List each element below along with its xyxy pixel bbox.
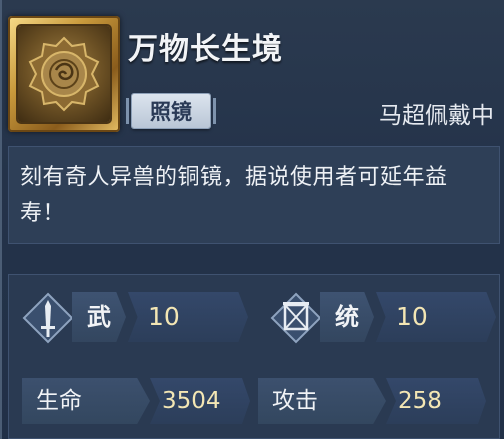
stat-value: 3504 bbox=[162, 388, 221, 414]
item-description: 刻有奇人异兽的铜镜，据说使用者可延年益寿！ bbox=[8, 146, 500, 244]
item-name: 万物长生境 bbox=[128, 32, 283, 67]
stat-value: 10 bbox=[148, 302, 180, 331]
stat-value: 10 bbox=[396, 302, 428, 331]
item-type-badge: 照镜 bbox=[126, 94, 216, 128]
stat-value: 258 bbox=[398, 388, 442, 414]
item-detail-panel: 万物长生境 照镜 马超佩戴中 刻有奇人异兽的铜镜，据说使用者可延年益寿！ 武 1… bbox=[0, 0, 504, 439]
stats-panel: 武 10 统 10 生命 3504 攻击 258 bbox=[8, 274, 500, 439]
item-icon-frame bbox=[8, 16, 120, 132]
stat-label: 武 bbox=[72, 292, 126, 342]
stat-label: 攻击 bbox=[258, 378, 386, 424]
wearer-status: 马超佩戴中 bbox=[379, 103, 494, 129]
banner-icon bbox=[270, 292, 322, 344]
stat-label: 统 bbox=[320, 292, 374, 342]
bronze-mirror-icon bbox=[18, 26, 110, 122]
stat-label: 生命 bbox=[22, 378, 150, 424]
sword-icon bbox=[22, 292, 74, 344]
